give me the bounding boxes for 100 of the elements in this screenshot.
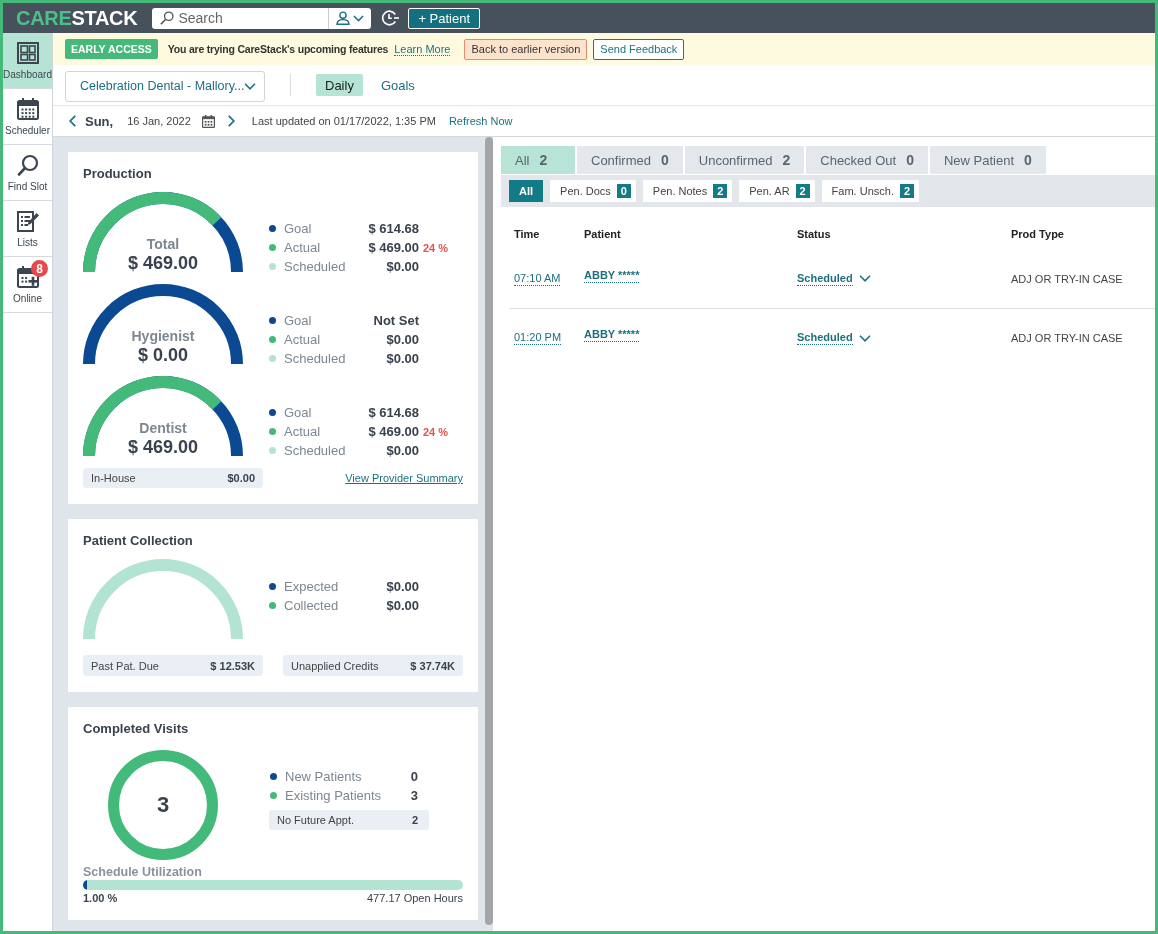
legend-label: Goal	[284, 405, 313, 420]
time-link[interactable]: 07:10 AM	[514, 271, 561, 286]
search-icon	[16, 153, 39, 176]
early-access-tag: EARLY ACCESS	[65, 39, 158, 59]
search-field[interactable]: Search	[152, 7, 329, 29]
status-dropdown[interactable]: Scheduled	[797, 271, 871, 286]
gauge-label: Total	[146, 236, 180, 252]
legend-value: $ 469.00	[367, 424, 419, 439]
utilization-label: Schedule Utilization	[83, 865, 203, 879]
legend-value: $0.00	[385, 332, 419, 347]
add-patient-button[interactable]: + Patient	[408, 7, 481, 29]
legend-value: $ 614.68	[367, 405, 419, 420]
legend-value: Not Set	[372, 313, 419, 328]
card-title: Production	[83, 166, 153, 182]
visits-total: 3	[156, 792, 170, 818]
search-icon	[160, 11, 175, 25]
legend-value: 3	[410, 788, 418, 803]
date-label: 16 Jan, 2022	[127, 115, 191, 127]
filter-chip[interactable]: Pen. Notes 2	[642, 180, 733, 202]
status-tab[interactable]: Confirmed 0	[577, 146, 683, 174]
sidebar-item[interactable]: Dashboard	[3, 33, 52, 89]
status-tab[interactable]: Checked Out 0	[806, 146, 928, 174]
pill-value: $0.00	[227, 472, 255, 484]
chevron-right-icon[interactable]	[227, 115, 235, 127]
chevron-left-icon[interactable]	[69, 115, 76, 127]
count-badge: 2	[899, 184, 914, 198]
time-link[interactable]: 01:20 PM	[514, 331, 562, 345]
scrollbar-thumb[interactable]	[485, 137, 493, 925]
last-updated-text: Last updated on 01/17/2022, 1:35 PM	[251, 115, 436, 127]
refresh-link[interactable]: Refresh Now	[448, 115, 513, 127]
legend-value: $0.00	[385, 579, 419, 594]
sidebar-item[interactable]: Scheduler	[3, 89, 52, 145]
patient-link[interactable]: ABBY *****	[584, 268, 640, 283]
pill-value: $ 12.53K	[210, 659, 255, 672]
legend-label: Collected	[284, 598, 340, 613]
table-cell-text: ADJ OR TRY-IN CASE	[1011, 272, 1124, 285]
pill-label: No Future Appt.	[277, 814, 355, 826]
view-tab[interactable]: Goals	[371, 74, 424, 96]
status-tab[interactable]: All 2	[501, 146, 575, 174]
filter-chip[interactable]: All	[509, 180, 544, 202]
banner-message: You are trying CareStack's upcoming features	[167, 43, 389, 55]
legend-label: Goal	[284, 221, 313, 236]
pill-label: In-House	[91, 472, 136, 484]
legend-value: $ 614.68	[367, 221, 419, 236]
day-label: Sun,	[85, 113, 114, 129]
status-tab[interactable]: New Patient 0	[929, 146, 1046, 174]
gauge-label: Dentist	[139, 420, 187, 436]
legend-label: New Patients	[285, 769, 363, 784]
chevron-down-icon	[858, 275, 871, 282]
legend-label: Actual	[284, 240, 322, 255]
legend-label: Actual	[284, 332, 322, 347]
filter-chip[interactable]: Fam. Unsch. 2	[821, 180, 919, 202]
revert-button[interactable]: Back to earlier version	[464, 38, 588, 60]
column-header: Time	[514, 228, 541, 240]
table-cell-text: ADJ OR TRY-IN CASE	[1011, 332, 1124, 344]
percent-text: 24 %	[422, 241, 450, 254]
legend-value: $ 469.00	[367, 240, 419, 255]
clock-icon[interactable]	[381, 9, 400, 27]
filter-chip[interactable]: Pen. Docs 0	[550, 180, 636, 202]
calendar-icon[interactable]	[201, 114, 215, 128]
count-badge: 0	[616, 184, 631, 198]
feedback-button[interactable]: Send Feedback	[593, 38, 685, 60]
notification-badge: 8	[31, 260, 48, 277]
gauge-label: Hygienist	[131, 328, 195, 344]
legend-label: Scheduled	[284, 443, 347, 458]
chevron-down-icon	[244, 82, 257, 90]
count-badge: 2	[713, 184, 728, 198]
legend-label: Scheduled	[284, 351, 347, 366]
legend-value: $0.00	[385, 443, 419, 458]
legend-label: Scheduled	[284, 259, 347, 274]
sidebar-item[interactable]: Lists	[3, 201, 52, 257]
learn-more-link[interactable]: Learn More	[394, 42, 451, 56]
gauge-value: $ 469.00	[127, 436, 199, 458]
location-dropdown[interactable]: Celebration Dental - Mallory...	[65, 70, 265, 102]
pill-value: 2	[411, 814, 418, 826]
legend-value: $0.00	[385, 598, 419, 613]
percent-text: 24 %	[422, 425, 450, 438]
legend-label: Existing Patients	[285, 788, 383, 803]
column-header: Prod Type	[1011, 228, 1065, 240]
status-dropdown[interactable]: Scheduled	[797, 331, 871, 345]
logo: CARESTACK	[16, 6, 138, 30]
pill-value: $ 37.74K	[410, 659, 455, 672]
legend-label: Expected	[284, 579, 340, 594]
filter-chip[interactable]: Pen. AR 2	[739, 180, 815, 202]
legend-value: $0.00	[385, 351, 419, 366]
pill-label: Past Pat. Due	[91, 659, 159, 672]
chevron-down-icon	[353, 14, 365, 22]
view-tab[interactable]: Daily	[316, 74, 363, 96]
status-tab[interactable]: Unconfirmed 2	[684, 146, 805, 174]
provider-summary-link[interactable]: View Provider Summary	[345, 472, 463, 484]
open-hours-text: 477.17 Open Hours	[367, 892, 463, 904]
legend-label: Actual	[284, 424, 322, 439]
sidebar-item[interactable]: Find Slot	[3, 145, 52, 201]
calendar-icon	[16, 97, 39, 120]
legend-value: 0	[410, 769, 418, 784]
chevron-down-icon	[858, 334, 871, 342]
sidebar-item[interactable]: Online 8	[3, 257, 52, 313]
patient-link[interactable]: ABBY *****	[584, 328, 640, 342]
pill-label: Unapplied Credits	[291, 659, 379, 672]
user-dropdown[interactable]	[328, 7, 372, 29]
